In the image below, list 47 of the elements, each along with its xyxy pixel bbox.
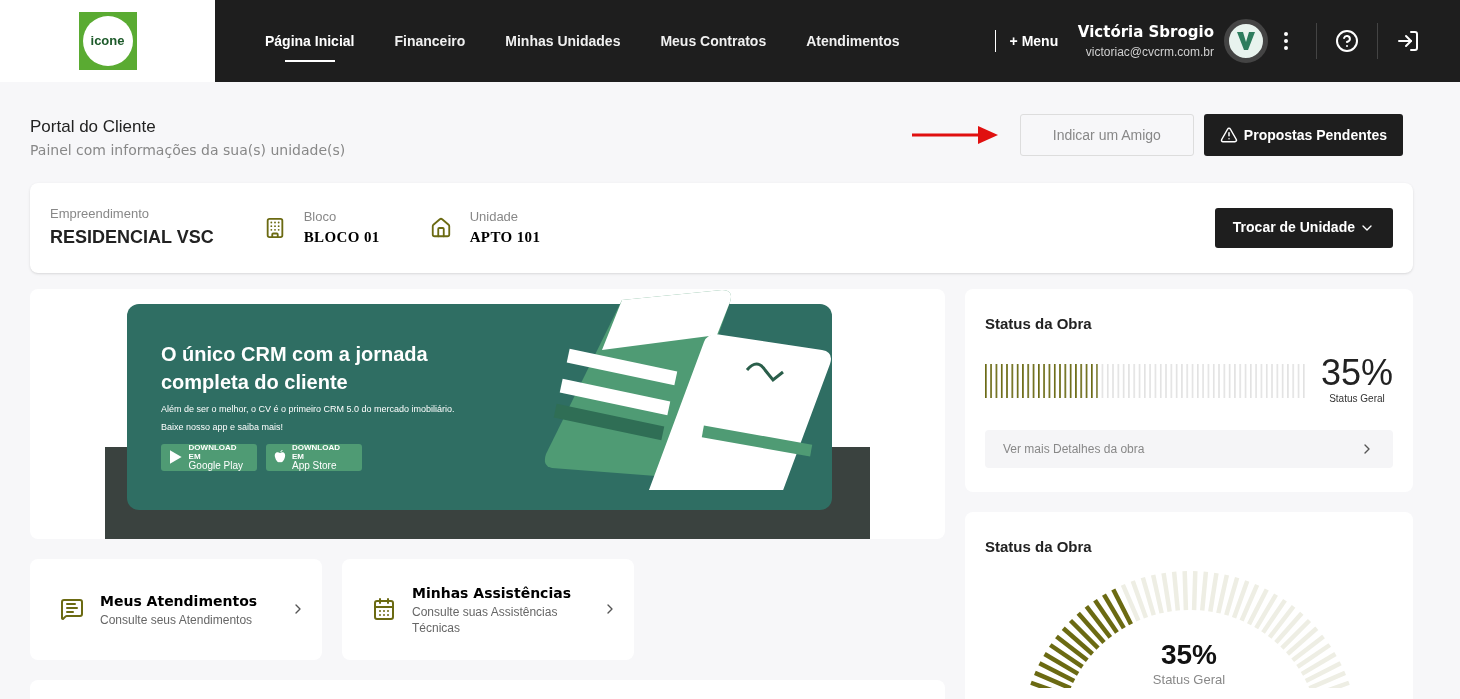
field-label: Bloco [303, 207, 338, 226]
user-email: victoriac@cvcrm.com.br [1085, 44, 1214, 62]
nav-tab[interactable]: Meus Contratos [640, 0, 787, 82]
banner-text: Além de ser o melhor, o CV é o primeiro CRM 5.0 do mercado imobiliário. Baixe nosso app e saiba mais! [161, 402, 456, 434]
switch-unit-button[interactable]: Trocar de Unidade [1214, 207, 1393, 248]
percent-value: 35% [1320, 355, 1393, 391]
card-title: Status da Obra [985, 313, 1093, 334]
field-label: Unidade [469, 207, 520, 226]
more-menu-link[interactable]: + Menu [1009, 30, 1059, 52]
badge-caption: DOWNLOAD EM [291, 443, 341, 461]
nav-tab[interactable]: Financeiro [374, 0, 486, 82]
banner-title: O único CRM com a jornada completa do cliente [161, 341, 429, 395]
percent-value: 35% [1160, 640, 1217, 670]
field-value: APTO 101 [469, 228, 541, 247]
pending-proposals-button[interactable]: Propostas Pendentes [1203, 114, 1403, 156]
shortcut-title: Meus Atendimentos [100, 591, 259, 611]
card-title: Status da Obra [985, 537, 1093, 557]
field-value: BLOCO 01 [303, 228, 380, 247]
avatar-logo-icon [1235, 30, 1257, 52]
store-name: Google Play [188, 461, 245, 471]
logout-icon[interactable] [1396, 29, 1420, 53]
field-label: Empreendimento [50, 205, 150, 224]
logo[interactable]: icone [78, 12, 137, 70]
page-subtitle: Painel com informações da sua(s) unidade(s) [30, 140, 346, 160]
apple-icon [274, 450, 286, 464]
shortcut-card[interactable]: Minhas Assistências Consulte suas Assistências Técnicas [342, 558, 634, 660]
nav-tab[interactable]: Página Inicial [245, 0, 375, 82]
chat-icon [60, 597, 84, 621]
shortcut-card[interactable]: Meus Atendimentos Consulte seus Atendimentos [30, 558, 322, 660]
percent-caption: Status Geral [1329, 392, 1385, 406]
percent-caption: Status Geral [1152, 671, 1226, 689]
calendar-icon [372, 597, 396, 621]
nav-tab[interactable]: Minhas Unidades [485, 0, 641, 82]
store-name: App Store [291, 461, 338, 471]
field-value: RESIDENCIAL VSC [50, 225, 214, 249]
badge-caption: DOWNLOAD EM [188, 443, 238, 461]
avatar[interactable] [1224, 19, 1268, 63]
shortcut-subtitle: Consulte suas Assistências Técnicas [412, 603, 559, 636]
help-icon[interactable] [1335, 29, 1359, 53]
nav-tab[interactable]: Atendimentos [786, 0, 920, 82]
play-icon [169, 450, 183, 464]
house-icon [429, 216, 452, 239]
user-name: Victória Sbrogio [1077, 21, 1214, 43]
shortcut-subtitle: Consulte seus Atendimentos [100, 611, 254, 628]
page-title: Portal do Cliente [30, 116, 157, 138]
warning-icon [1219, 126, 1238, 144]
shortcut-title: Minhas Assistências [412, 583, 572, 603]
